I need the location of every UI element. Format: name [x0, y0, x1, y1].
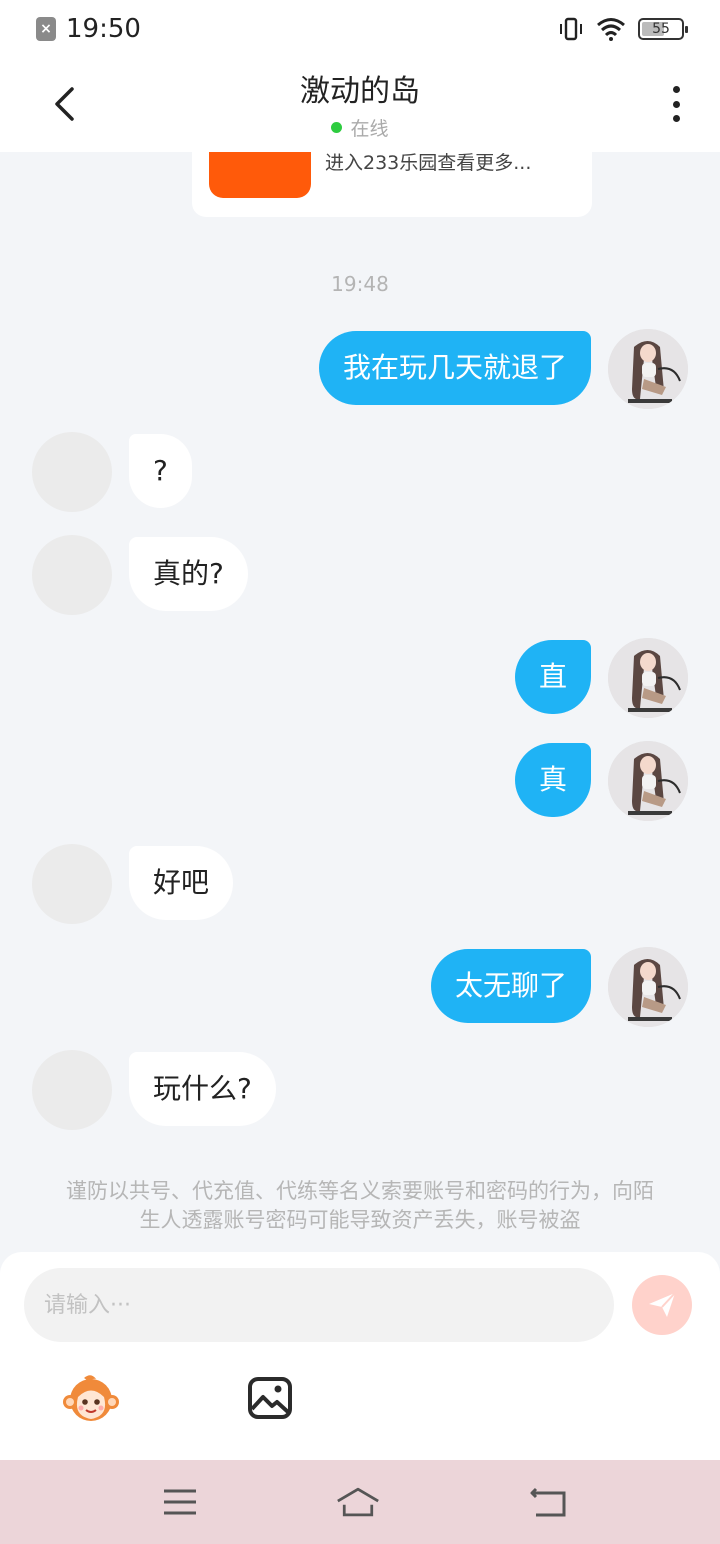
chat-title: 激动的岛	[300, 74, 420, 109]
wifi-icon	[597, 18, 625, 41]
vibrate-icon	[560, 17, 582, 41]
sim-off-icon: ×	[36, 17, 56, 41]
system-nav-bar	[0, 1460, 720, 1544]
image-button[interactable]	[246, 1374, 294, 1422]
contact-avatar[interactable]	[32, 535, 112, 615]
sent-message-bubble[interactable]: 直	[514, 640, 591, 714]
message-row: 玩什么?	[0, 1050, 720, 1130]
nav-menu-button[interactable]	[158, 1482, 202, 1522]
avatar-character-icon	[608, 638, 688, 718]
my-avatar[interactable]	[608, 741, 688, 821]
contact-avatar[interactable]	[32, 1050, 112, 1130]
received-message-bubble[interactable]: 玩什么?	[129, 1052, 276, 1126]
more-dot	[672, 115, 680, 122]
sent-message-bubble[interactable]: 真	[514, 743, 591, 817]
avatar-character-icon	[608, 947, 688, 1027]
status-right: 55	[558, 17, 688, 41]
chat-header: 激动的岛 在线	[0, 58, 720, 152]
emoji-monkey-icon	[63, 1375, 119, 1421]
message-input[interactable]	[24, 1268, 614, 1342]
input-panel	[0, 1252, 720, 1460]
my-avatar[interactable]	[608, 329, 688, 409]
avatar-character-icon	[608, 741, 688, 821]
contact-avatar[interactable]	[32, 844, 112, 924]
nav-back-button[interactable]	[526, 1482, 570, 1522]
promo-text: 进入233乐园查看更多...	[325, 152, 532, 174]
online-dot-icon	[331, 122, 343, 133]
message-row: 真的?	[0, 535, 720, 615]
image-icon	[248, 1377, 292, 1419]
security-warning: 谨防以共号、代充值、代练等名义索要账号和密码的行为，向陌生人透露账号密码可能导致…	[66, 1179, 654, 1232]
status-time: 19:50	[66, 14, 141, 44]
status-bar: × 19:50 55	[0, 0, 720, 58]
header-center: 激动的岛 在线	[0, 72, 720, 141]
message-row: 我在玩几天就退了	[0, 329, 720, 409]
message-row: ?	[0, 432, 720, 512]
battery-icon: 55	[638, 18, 688, 40]
home-icon	[337, 1487, 379, 1517]
send-button[interactable]	[632, 1275, 692, 1335]
message-row: 直	[0, 638, 720, 718]
online-status-label: 在线	[350, 118, 389, 140]
message-list[interactable]: 进入233乐园查看更多... 19:48 我在玩几天就退了? 真的? 直真好吧太无聊…	[0, 152, 720, 1252]
contact-avatar[interactable]	[32, 432, 112, 512]
sent-message-bubble[interactable]: 我在玩几天就退了	[318, 331, 591, 405]
message-row: 好吧	[0, 844, 720, 924]
avatar-character-icon	[608, 329, 688, 409]
battery-level: 55	[652, 21, 670, 37]
my-avatar[interactable]	[608, 947, 688, 1027]
message-row: 真	[0, 741, 720, 821]
message-timestamp: 19:48	[331, 272, 389, 296]
received-message-bubble[interactable]: 好吧	[129, 846, 234, 920]
menu-icon	[164, 1489, 196, 1515]
more-vertical-icon[interactable]	[662, 84, 690, 124]
message-row: 太无聊了	[0, 947, 720, 1027]
more-dot	[672, 100, 680, 108]
more-dot	[672, 86, 680, 93]
nav-home-button[interactable]	[336, 1482, 380, 1522]
promo-card[interactable]: 进入233乐园查看更多...	[192, 152, 592, 217]
received-message-bubble[interactable]: ?	[129, 434, 192, 508]
promo-thumbnail	[209, 152, 311, 198]
back-icon	[530, 1487, 566, 1517]
received-message-bubble[interactable]: 真的?	[129, 537, 248, 611]
sent-message-bubble[interactable]: 太无聊了	[430, 949, 591, 1023]
my-avatar[interactable]	[608, 638, 688, 718]
online-status: 在线	[331, 114, 389, 141]
emoji-button[interactable]	[62, 1370, 120, 1428]
send-plane-icon	[649, 1292, 676, 1317]
status-left: × 19:50	[36, 14, 141, 44]
